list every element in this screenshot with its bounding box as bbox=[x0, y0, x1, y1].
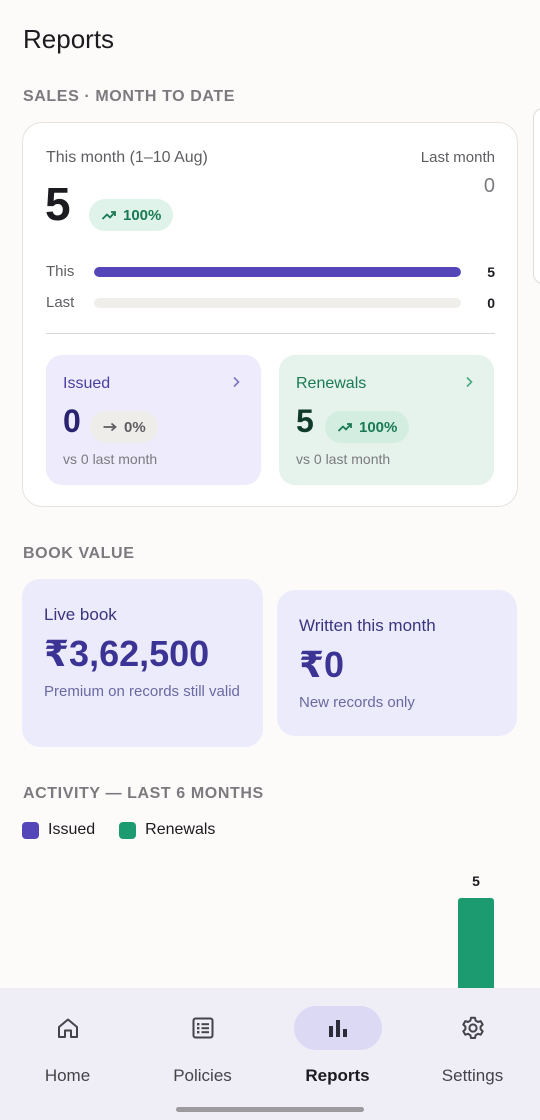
bar-count-this: 5 bbox=[487, 264, 495, 280]
change-badge: 100% bbox=[89, 199, 174, 231]
activity-bar-chart: 5 bbox=[458, 873, 494, 988]
issued-subtext: vs 0 last month bbox=[63, 451, 158, 467]
nav-icon-container bbox=[24, 1006, 112, 1050]
issued-change-badge: 0% bbox=[90, 411, 158, 443]
issued-change-text: 0% bbox=[124, 418, 146, 436]
live-book-value: ₹3,62,500 bbox=[44, 633, 210, 674]
bar-label-last: Last bbox=[46, 294, 75, 311]
bar-label-this: This bbox=[46, 263, 75, 280]
nav-label-reports: Reports bbox=[305, 1066, 370, 1085]
change-badge-text: 100% bbox=[123, 206, 162, 224]
nav-icon-container bbox=[159, 1006, 247, 1050]
nav-item-reports[interactable]: Reports bbox=[270, 1006, 405, 1086]
bar-track-last bbox=[94, 298, 461, 308]
arrow-right-icon bbox=[103, 422, 117, 432]
renewals-title: Renewals bbox=[296, 375, 367, 392]
written-this-month-card: Written this month ₹0 New records only bbox=[277, 590, 517, 736]
renewals-value: 5 bbox=[296, 403, 314, 439]
nav-icon-container bbox=[293, 1006, 382, 1050]
issued-card[interactable]: Issued 0 0% vs 0 last month bbox=[46, 355, 261, 485]
bar-value-label: 5 bbox=[472, 873, 480, 889]
chart-legend: Issued Renewals bbox=[22, 821, 239, 839]
last-month-value: 0 bbox=[483, 175, 495, 197]
chevron-right-icon bbox=[233, 376, 240, 388]
written-value: ₹0 bbox=[299, 644, 345, 685]
bar-chart-icon bbox=[328, 1020, 347, 1037]
trending-up-icon bbox=[337, 423, 352, 432]
renewals-change-text: 100% bbox=[359, 418, 398, 436]
gear-icon bbox=[461, 1016, 484, 1039]
legend-item-issued: Issued bbox=[22, 821, 95, 839]
bottom-navigation: Home Policies Reports Settings bbox=[0, 988, 540, 1120]
issued-title: Issued bbox=[63, 375, 111, 392]
renewals-change-badge: 100% bbox=[325, 411, 410, 443]
list-icon bbox=[192, 1017, 213, 1039]
next-card-peek[interactable] bbox=[533, 108, 540, 284]
nav-label-policies: Policies bbox=[173, 1066, 232, 1085]
live-book-label: Live book bbox=[44, 605, 117, 624]
activity-section-label: ACTIVITY — LAST 6 MONTHS bbox=[23, 785, 264, 802]
divider bbox=[46, 333, 495, 334]
legend-swatch-renewals bbox=[119, 821, 137, 839]
written-note: New records only bbox=[299, 694, 415, 711]
nav-icon-container bbox=[429, 1006, 517, 1050]
nav-label-home: Home bbox=[44, 1066, 91, 1085]
bar-renewals-5 bbox=[458, 898, 494, 988]
bar-fill-this bbox=[94, 267, 461, 277]
home-icon bbox=[57, 1018, 78, 1038]
last-month-label: Last month bbox=[420, 149, 495, 166]
this-month-value: 5 bbox=[45, 178, 71, 230]
legend-swatch-issued bbox=[22, 821, 39, 839]
trending-up-icon bbox=[101, 211, 116, 220]
written-label: Written this month bbox=[299, 616, 436, 635]
sales-summary-card: This month (1–10 Aug) 5 100% Last month … bbox=[22, 122, 518, 507]
live-book-card: Live book ₹3,62,500 Premium on records s… bbox=[22, 579, 263, 747]
bar-track-this bbox=[94, 267, 461, 277]
nav-label-settings: Settings bbox=[441, 1066, 504, 1085]
nav-item-policies[interactable]: Policies bbox=[135, 1006, 270, 1086]
nav-item-home[interactable]: Home bbox=[0, 1006, 135, 1086]
legend-label-issued: Issued bbox=[48, 821, 96, 838]
bar-count-last: 0 bbox=[487, 295, 495, 311]
book-value-section-label: BOOK VALUE bbox=[23, 545, 135, 562]
issued-value: 0 bbox=[63, 403, 81, 439]
this-month-label: This month (1–10 Aug) bbox=[46, 149, 208, 166]
live-book-note: Premium on records still valid bbox=[44, 683, 240, 700]
legend-item-renewals: Renewals bbox=[119, 821, 215, 839]
home-indicator[interactable] bbox=[176, 1107, 364, 1112]
chevron-right-icon bbox=[466, 376, 473, 388]
sales-section-label: SALES · MONTH TO DATE bbox=[23, 88, 236, 105]
page-title: Reports bbox=[23, 24, 115, 54]
renewals-card[interactable]: Renewals 5 100% vs 0 last month bbox=[279, 355, 494, 485]
nav-item-settings[interactable]: Settings bbox=[405, 1006, 540, 1086]
renewals-subtext: vs 0 last month bbox=[296, 451, 391, 467]
legend-label-renewals: Renewals bbox=[145, 821, 216, 838]
